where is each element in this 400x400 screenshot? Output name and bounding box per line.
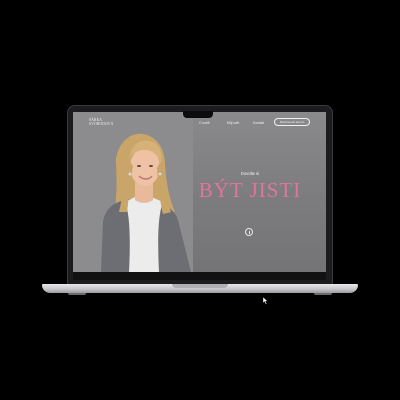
laptop-opening-notch [172, 284, 228, 288]
hero-subtitle: Dovolte si [240, 171, 260, 176]
laptop-foot-right [314, 293, 332, 295]
camera-notch [183, 111, 213, 118]
nav-item-world[interactable]: Můj svět [227, 121, 239, 125]
site-logo[interactable]: Šárka Svobodová [89, 118, 113, 127]
screen-bottom-bezel [73, 272, 326, 280]
nav-item-contact[interactable]: Kontakt [253, 121, 264, 125]
logo-last-name: Svobodová [89, 122, 114, 127]
scroll-down-icon[interactable] [245, 228, 253, 236]
nav-item-about[interactable]: O sobě [199, 121, 210, 125]
hero-headline: BÝT JISTI [198, 178, 302, 202]
laptop-foot-left [68, 293, 86, 295]
mouse-cursor-icon [263, 297, 269, 305]
book-appointment-button[interactable]: Rezervovat termín [274, 118, 310, 126]
